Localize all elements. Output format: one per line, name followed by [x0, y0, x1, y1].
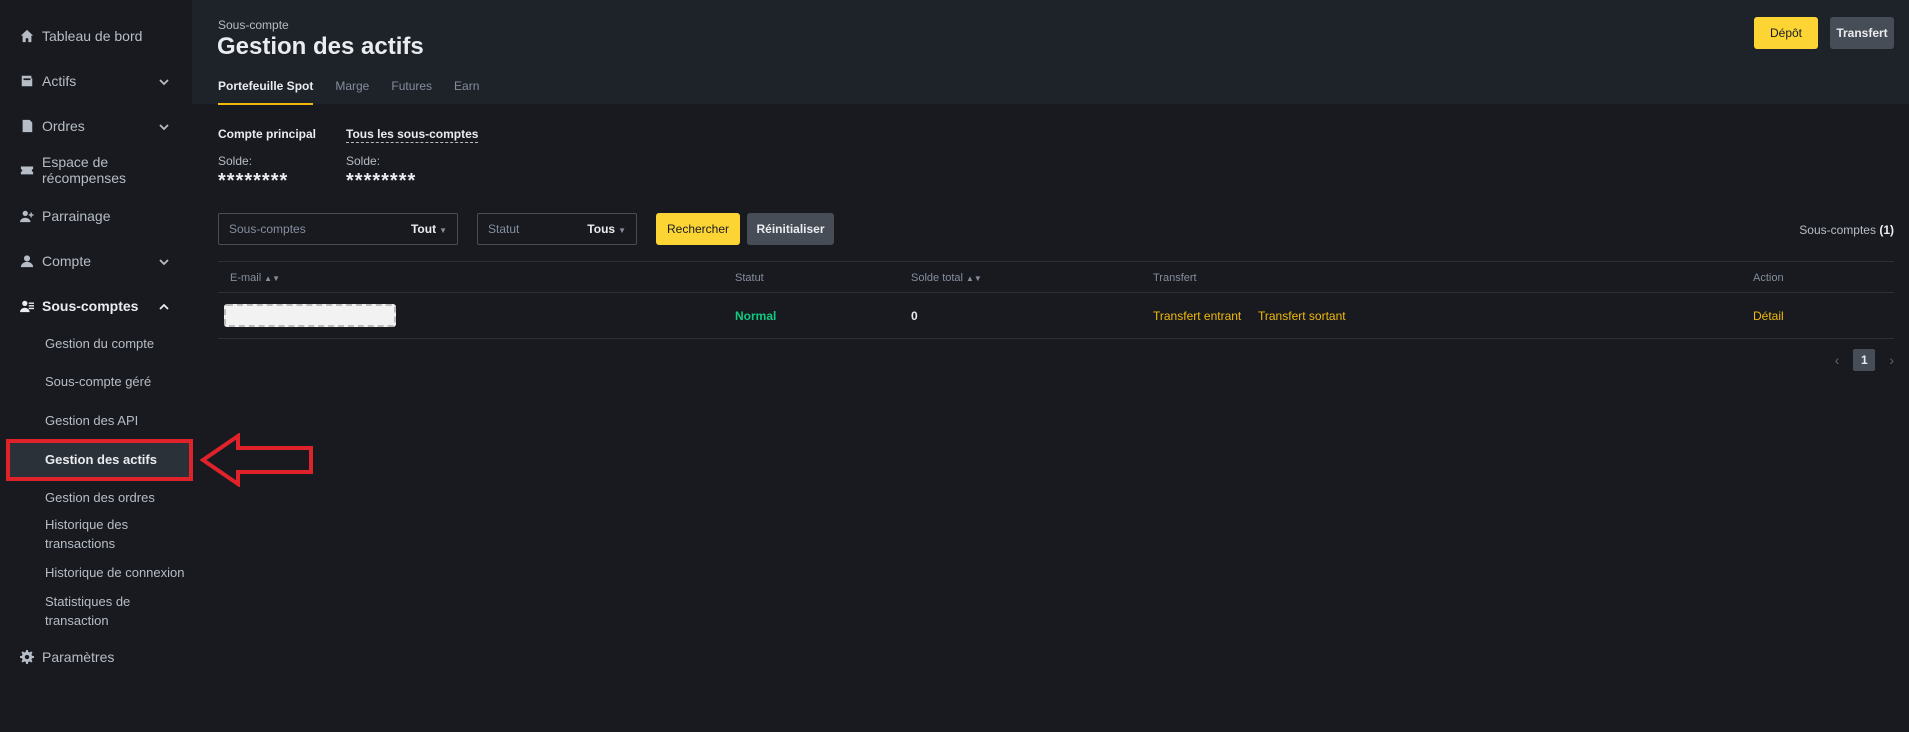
sort-icon[interactable]: ▲▼: [966, 274, 982, 283]
column-status: Statut: [735, 272, 764, 284]
main-balance-value: ********: [218, 170, 289, 192]
sidebar-subitem-transaction-history[interactable]: Historique des transactions: [0, 515, 180, 553]
page-header: Sous-compte Gestion des actifs Portefeui…: [192, 0, 1909, 105]
sidebar-item-label: Actifs: [42, 73, 77, 89]
sidebar-item-referral[interactable]: Parrainage: [0, 196, 192, 236]
column-email[interactable]: E-mail ▲▼: [230, 272, 280, 284]
deposit-button[interactable]: Dépôt: [1754, 17, 1818, 49]
main-account-label: Compte principal: [218, 127, 317, 141]
row-total-balance: 0: [911, 309, 918, 323]
sidebar-item-label: Parrainage: [42, 208, 111, 224]
chevron-down-icon[interactable]: [158, 75, 170, 87]
sidebar-subitem-api-management[interactable]: Gestion des API: [0, 411, 192, 430]
sort-icon[interactable]: ▲▼: [264, 274, 280, 283]
reset-button[interactable]: Réinitialiser: [747, 213, 834, 245]
all-balance-value: ********: [346, 170, 417, 192]
subaccounts-select-value: Tout: [410, 222, 437, 236]
tab-futures[interactable]: Futures: [391, 79, 432, 105]
column-transfer: Transfert: [1153, 272, 1197, 284]
row-status: Normal: [735, 309, 777, 323]
subaccounts-count-label: Sous-comptes: [1799, 223, 1876, 237]
sidebar-item-assets[interactable]: Actifs: [0, 61, 192, 101]
subaccounts-select[interactable]: Sous-comptes Tout ▼: [218, 213, 458, 245]
transfer-out-link[interactable]: Transfert sortant: [1258, 309, 1346, 323]
page-title: Gestion des actifs: [217, 33, 424, 60]
sidebar-subitem-transaction-statistics[interactable]: Statistiques de transaction: [0, 592, 170, 630]
chevron-down-icon[interactable]: [158, 120, 170, 132]
sidebar-item-dashboard[interactable]: Tableau de bord: [0, 16, 192, 56]
sidebar-subitem-managed-subaccount[interactable]: Sous-compte géré: [0, 372, 192, 391]
sidebar-item-label: Espace de récompenses: [42, 154, 127, 186]
sidebar-item-account[interactable]: Compte: [0, 241, 192, 281]
annotation-highlight-box: [6, 439, 193, 481]
all-balance-label: Solde:: [346, 154, 381, 168]
home-icon: [20, 29, 34, 43]
orders-icon: [20, 119, 34, 133]
user-plus-icon: [20, 209, 34, 223]
ticket-icon: [20, 163, 34, 177]
gear-icon: [20, 650, 34, 664]
sidebar-subitem-order-management[interactable]: Gestion des ordres: [0, 488, 192, 507]
sidebar-item-label: Paramètres: [42, 649, 115, 665]
search-button[interactable]: Rechercher: [656, 213, 740, 245]
subaccounts-select-placeholder: Sous-comptes: [229, 222, 306, 236]
sidebar-subitem-login-history[interactable]: Historique de connexion: [0, 563, 192, 582]
chevron-down-icon[interactable]: [158, 255, 170, 267]
tab-margin[interactable]: Marge: [335, 79, 369, 105]
user-icon: [20, 254, 34, 268]
sidebar-item-label: Tableau de bord: [42, 28, 143, 44]
chevron-up-icon[interactable]: [158, 300, 170, 312]
sidebar-item-subaccounts[interactable]: Sous-comptes: [0, 286, 192, 326]
subaccounts-count-value: (1): [1879, 223, 1894, 237]
column-action: Action: [1753, 272, 1784, 284]
wallet-tabs: Portefeuille Spot Marge Futures Earn: [218, 79, 501, 105]
sidebar-item-settings[interactable]: Paramètres: [0, 637, 192, 677]
column-total-balance[interactable]: Solde total ▲▼: [911, 272, 982, 284]
subaccounts-count: Sous-comptes (1): [1799, 223, 1894, 237]
tab-earn[interactable]: Earn: [454, 79, 479, 105]
transfer-in-link[interactable]: Transfert entrant: [1153, 309, 1241, 323]
table-row: Normal 0 Transfert entrant Transfert sor…: [218, 293, 1894, 339]
status-select-placeholder: Statut: [488, 222, 520, 236]
transfer-button[interactable]: Transfert: [1830, 17, 1894, 49]
sidebar-subitem-account-management[interactable]: Gestion du compte: [0, 334, 192, 353]
chevron-left-icon[interactable]: ‹: [1835, 352, 1840, 368]
users-icon: [20, 299, 34, 313]
chevron-right-icon[interactable]: ›: [1889, 352, 1894, 368]
all-subaccounts-link[interactable]: Tous les sous-comptes: [346, 127, 479, 143]
tab-spot-wallet[interactable]: Portefeuille Spot: [218, 79, 314, 105]
sidebar-item-rewards[interactable]: Espace de récompenses: [0, 150, 192, 190]
subaccounts-table: E-mail ▲▼ Statut Solde total ▲▼ Transfert …: [218, 261, 1894, 339]
status-select[interactable]: Statut Tous ▼: [477, 213, 637, 245]
breadcrumb[interactable]: Sous-compte: [218, 18, 289, 32]
sidebar-item-label: Sous-comptes: [42, 298, 139, 314]
annotation-arrow-icon: [200, 433, 313, 487]
table-header: E-mail ▲▼ Statut Solde total ▲▼ Transfert …: [218, 261, 1894, 293]
main-balance-label: Solde:: [218, 154, 253, 168]
sidebar: Tableau de bord Actifs Ordres Espace de …: [0, 0, 192, 732]
wallet-icon: [20, 74, 34, 88]
redacted-email: [224, 304, 396, 327]
detail-link[interactable]: Détail: [1753, 309, 1784, 323]
status-select-value: Tous: [587, 222, 616, 236]
sidebar-item-label: Ordres: [42, 118, 85, 134]
sidebar-item-orders[interactable]: Ordres: [0, 106, 192, 146]
pagination: ‹ 1 ›: [1835, 349, 1894, 371]
sidebar-item-label: Compte: [42, 253, 92, 269]
caret-down-icon: ▼: [618, 226, 626, 235]
caret-down-icon: ▼: [439, 226, 447, 235]
page-number-button[interactable]: 1: [1853, 349, 1876, 371]
